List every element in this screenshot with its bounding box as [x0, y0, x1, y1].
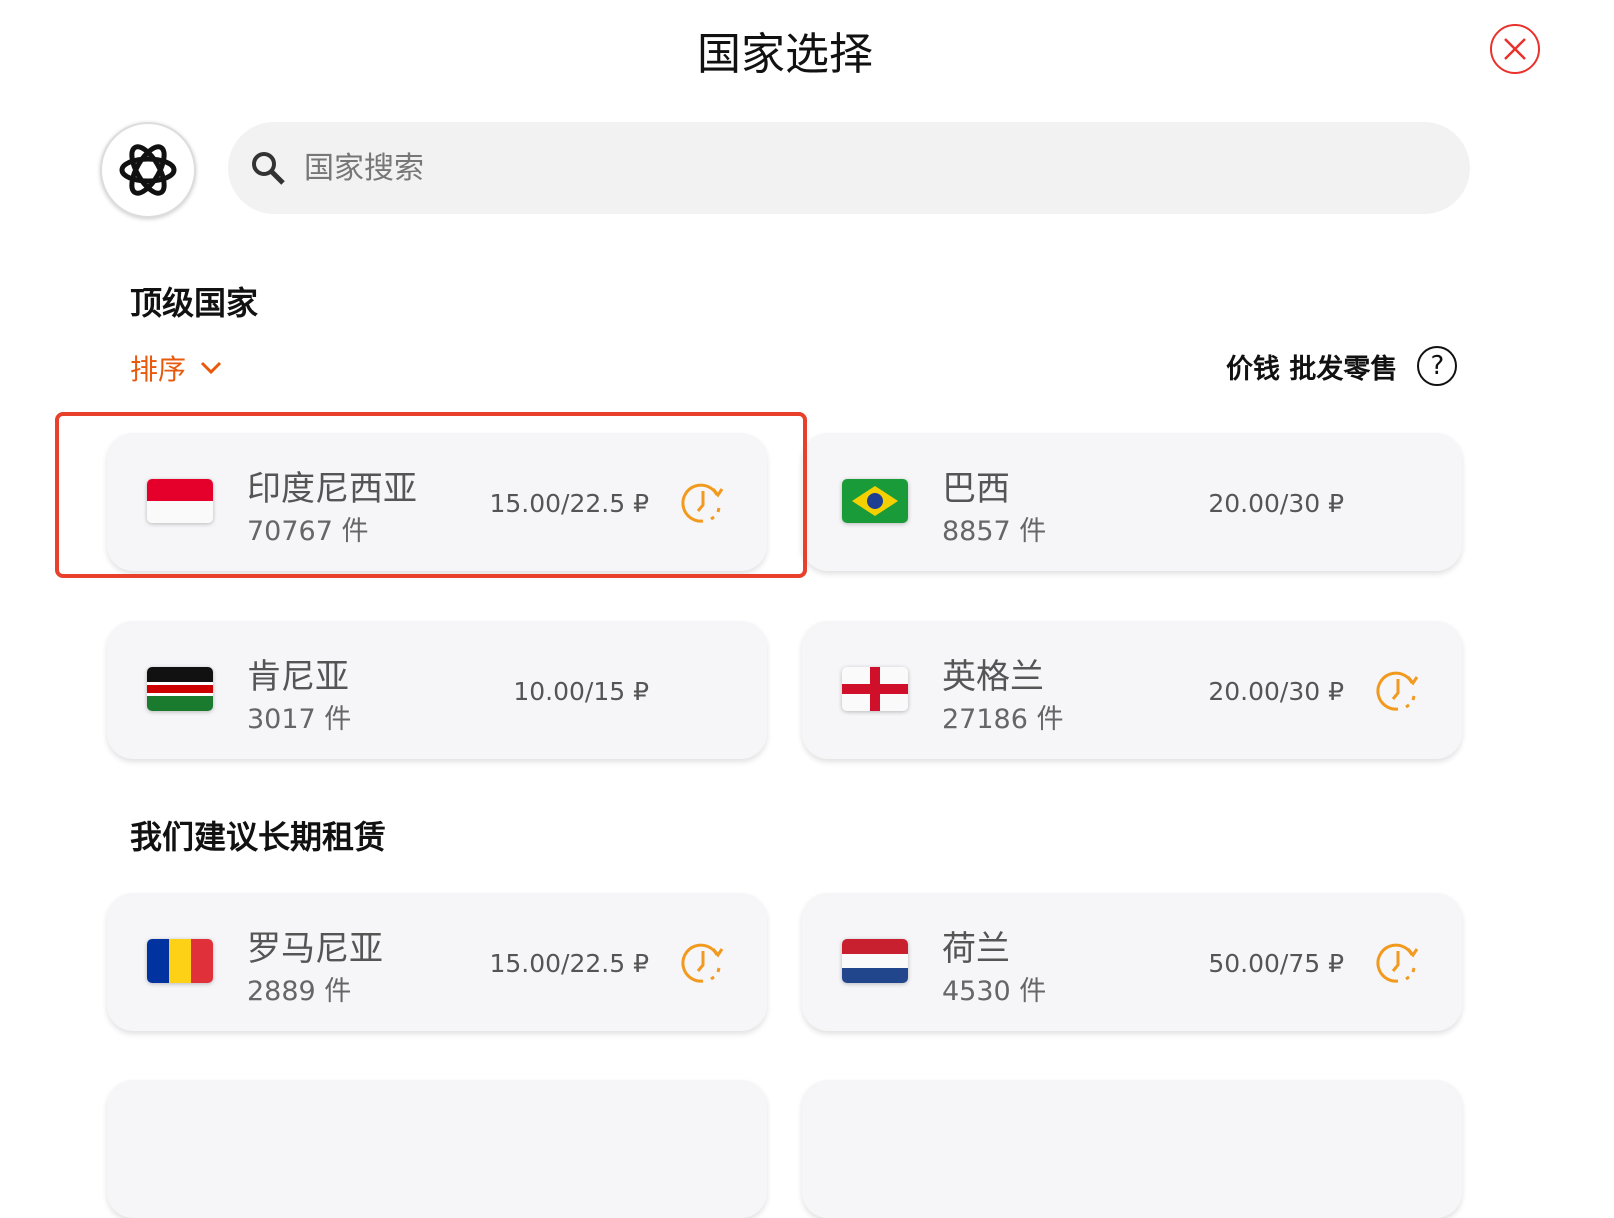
- country-card[interactable]: 肯尼亚 3017 件 10.00/15 ₽: [107, 621, 767, 759]
- rental-clock[interactable]: [681, 941, 725, 989]
- search-icon: [252, 152, 285, 185]
- country-count: 2889 件: [247, 976, 352, 1007]
- country-card[interactable]: 英格兰 27186 件 20.00/30 ₽: [802, 621, 1462, 759]
- chevron-down-icon: [200, 361, 222, 375]
- clock-icon: [1376, 671, 1419, 711]
- country-name: 荷兰: [942, 929, 1010, 969]
- country-name: 肯尼亚: [247, 657, 349, 697]
- country-count: 4530 件: [942, 976, 1047, 1007]
- close-button[interactable]: [1490, 24, 1540, 74]
- price-header: 价钱 批发零售 ?: [1226, 346, 1458, 386]
- country-price: 15.00/22.5 ₽: [489, 949, 649, 978]
- search-input[interactable]: [304, 150, 1404, 186]
- openai-logo: [100, 122, 196, 218]
- country-card[interactable]: 罗马尼亚 2889 件 15.00/22.5 ₽: [107, 893, 767, 1031]
- sort-dropdown[interactable]: 排序: [130, 348, 222, 388]
- country-price: 20.00/30 ₽: [1208, 677, 1344, 706]
- flag-icon: [842, 479, 908, 523]
- selection-highlight: [55, 412, 807, 578]
- country-name: 罗马尼亚: [247, 929, 383, 969]
- close-icon: [1504, 38, 1526, 60]
- rental-clock[interactable]: [1376, 941, 1420, 989]
- country-price: 10.00/15 ₽: [513, 677, 649, 706]
- flag-icon: [147, 939, 213, 983]
- page-title: 国家选择: [697, 29, 873, 80]
- country-name: 巴西: [942, 469, 1010, 509]
- sort-label: 排序: [130, 353, 187, 386]
- clock-icon: [681, 943, 724, 983]
- search-bar[interactable]: [228, 122, 1470, 214]
- flag-icon: [842, 939, 908, 983]
- help-icon[interactable]: ?: [1417, 346, 1458, 386]
- price-header-label: 价钱 批发零售: [1226, 353, 1398, 385]
- section-title-top: 顶级国家: [130, 284, 259, 322]
- country-name: 英格兰: [942, 657, 1044, 697]
- country-card[interactable]: 巴西 8857 件 20.00/30 ₽: [802, 433, 1462, 571]
- country-price: 50.00/75 ₽: [1208, 949, 1344, 978]
- flag-icon: [147, 667, 213, 711]
- country-count: 3017 件: [247, 704, 352, 735]
- country-card-partial[interactable]: [802, 1080, 1462, 1218]
- country-card[interactable]: 荷兰 4530 件 50.00/75 ₽: [802, 893, 1462, 1031]
- country-price: 20.00/30 ₽: [1208, 489, 1344, 518]
- country-count: 8857 件: [942, 516, 1047, 547]
- clock-icon: [1376, 943, 1419, 983]
- country-card-partial[interactable]: [107, 1080, 767, 1218]
- flag-icon: [842, 667, 908, 711]
- rental-clock[interactable]: [1376, 669, 1420, 717]
- country-count: 27186 件: [942, 704, 1064, 735]
- section-title-long-term: 我们建议长期租赁: [130, 818, 387, 856]
